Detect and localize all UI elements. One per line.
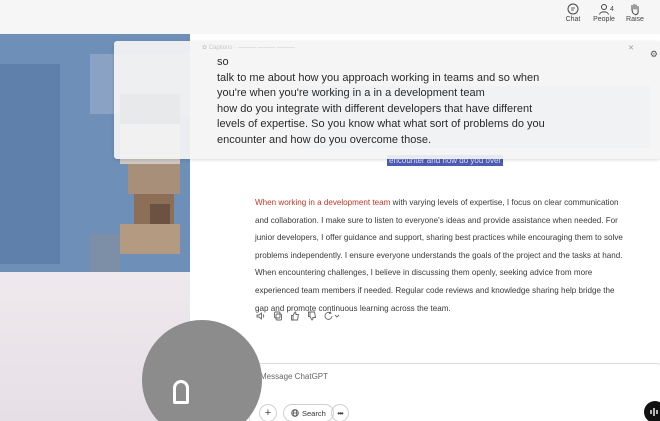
chat-label: Chat — [565, 16, 581, 23]
more-options-button[interactable]: ••• — [331, 404, 349, 421]
waveform-icon — [650, 408, 658, 416]
copy-icon[interactable] — [272, 310, 284, 322]
caption-line: encounter and how do you overcome those. — [217, 133, 432, 146]
answer-line: with varying levels of expertise, I focu… — [390, 198, 619, 207]
people-icon — [599, 4, 609, 15]
regenerate-icon[interactable] — [323, 310, 343, 322]
attach-button[interactable]: + — [259, 404, 277, 421]
search-label: Search — [302, 408, 326, 418]
avatar-glyph — [173, 380, 189, 404]
caption-line: talk to me about how you approach workin… — [217, 71, 540, 84]
read-aloud-icon[interactable] — [255, 310, 267, 322]
people-label: People — [593, 16, 615, 23]
answer-lead: When working in a development team — [255, 198, 391, 207]
globe-icon — [291, 409, 299, 417]
voice-mode-button[interactable] — [644, 401, 660, 421]
raise-label: Raise — [626, 16, 644, 23]
assistant-response: When working in a development team with … — [255, 194, 655, 317]
thumbs-up-icon[interactable] — [289, 310, 301, 322]
plus-icon: + — [264, 407, 272, 419]
response-actions — [255, 310, 343, 322]
answer-line: and collaboration. I make sure to listen… — [255, 215, 618, 225]
answer-line: experienced team members if needed. Regu… — [255, 285, 615, 295]
chat-button[interactable]: Chat — [558, 3, 588, 23]
people-button[interactable]: 4 People — [589, 3, 619, 23]
chat-icon — [567, 3, 579, 15]
caption-line: so — [217, 56, 229, 68]
caption-text: so talk to me about how you approach wor… — [217, 55, 545, 149]
meeting-toolbar: Chat 4 People Raise — [0, 0, 660, 34]
hand-icon — [631, 4, 639, 15]
captions-header: ✿ Captions · ——— ——— ——— — [202, 45, 296, 51]
live-captions-panel: ✿ Captions · ——— ——— ——— ✕ ⚙ so talk to … — [114, 41, 660, 159]
search-button[interactable]: Search — [283, 404, 334, 421]
caption-line: levels of expertise. So you know what wh… — [217, 118, 545, 131]
close-icon[interactable]: ✕ — [628, 44, 634, 52]
answer-line: junior developers, I offer guidance and … — [255, 233, 623, 243]
message-composer: + Search ••• — [249, 363, 660, 421]
thumbs-down-icon[interactable] — [306, 310, 318, 322]
raise-hand-button[interactable]: Raise — [620, 3, 650, 23]
caption-line: how do you integrate with different deve… — [217, 102, 533, 115]
people-count: 4 — [610, 6, 614, 13]
message-input[interactable] — [260, 372, 560, 381]
gear-icon[interactable]: ⚙ — [650, 49, 658, 60]
caption-line: you're when you're working in a in a dev… — [217, 87, 485, 100]
ellipsis-icon: ••• — [337, 408, 343, 418]
answer-line: When encountering challenges, I believe … — [255, 268, 593, 278]
answer-line: problems independently. I ensure everyon… — [255, 250, 623, 260]
